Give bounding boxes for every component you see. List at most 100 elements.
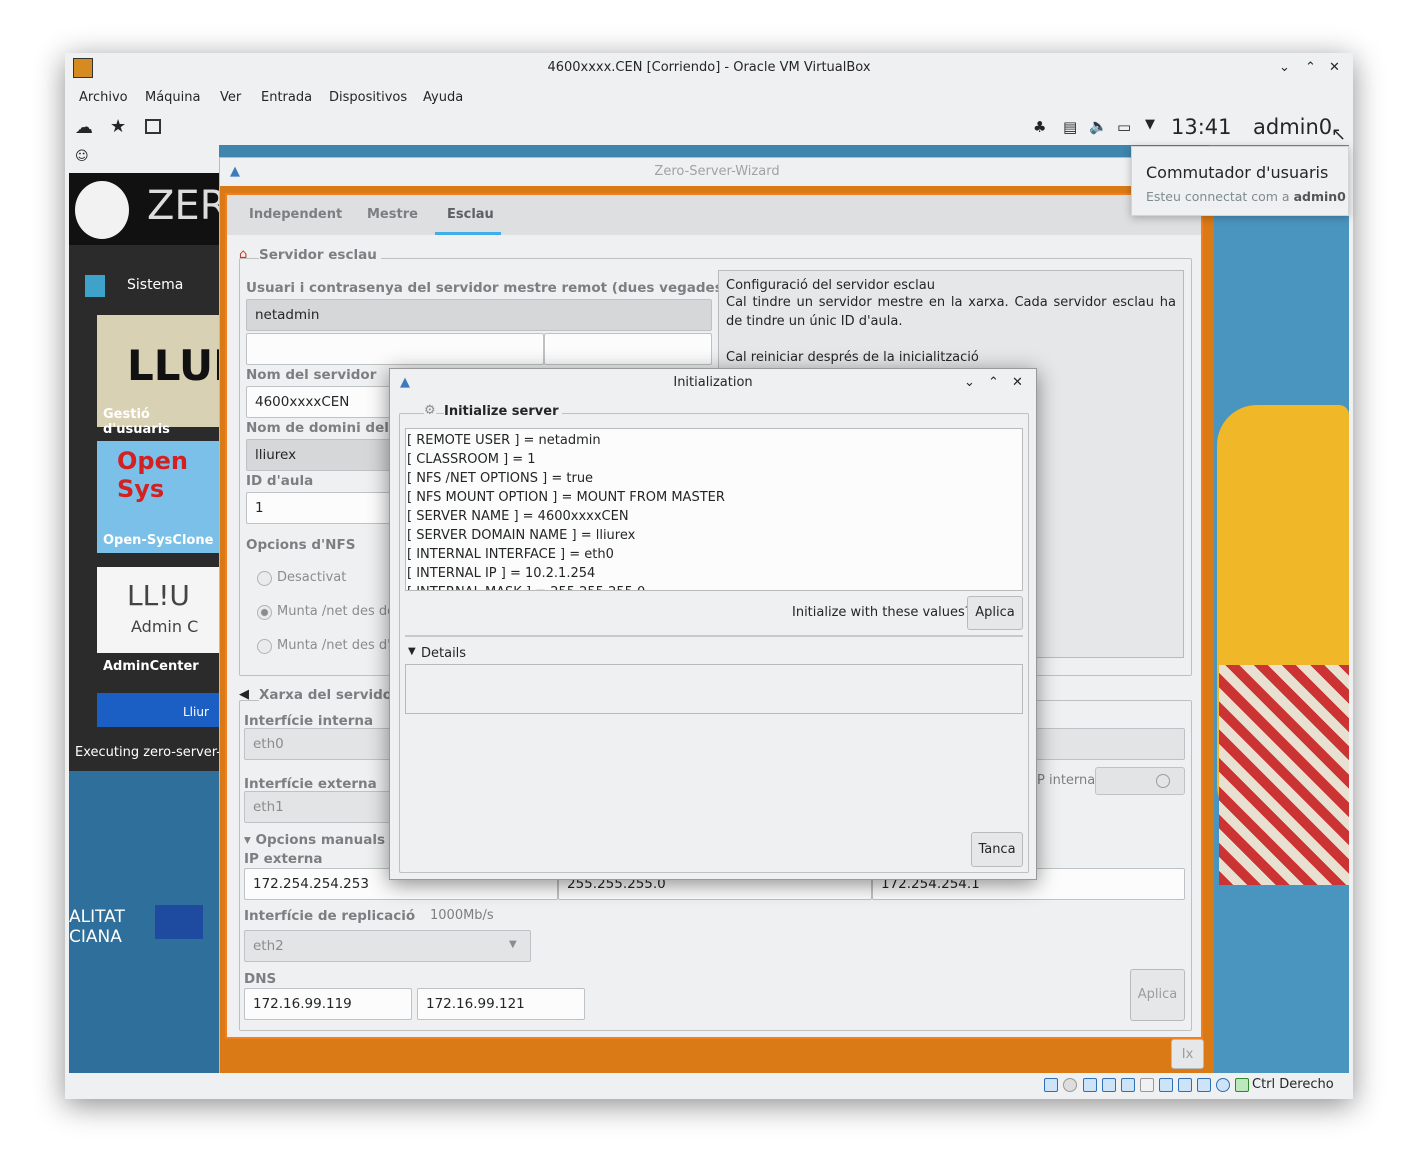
virtualbox-statusbar: Ctrl Derecho (65, 1073, 1353, 1099)
replication-label: Interfície de replicació (244, 908, 416, 924)
menu-ver[interactable]: Ver (220, 90, 241, 105)
separator (405, 635, 1023, 637)
ip-internal-toggle[interactable] (1095, 767, 1185, 795)
app-tile-open-sysclone[interactable]: Open Sys Open-SysClone (97, 441, 219, 553)
show-desktop-icon[interactable] (145, 119, 161, 134)
external-iface-select[interactable]: eth1 (244, 791, 404, 823)
zero-center-header: ZER (69, 173, 227, 245)
tooltip-title: Commutador d'usuaris (1146, 163, 1329, 182)
dropdown-arrow-icon: ▼ (509, 939, 517, 950)
app-tile-art-2: Admin C (131, 617, 199, 636)
dialog-close-button[interactable]: Tanca (971, 832, 1023, 867)
menu-maquina[interactable]: Máquina (145, 90, 201, 105)
internal-ip-field[interactable] (1027, 728, 1185, 760)
menu-archivo[interactable]: Archivo (79, 90, 128, 105)
volume-tray-icon[interactable]: 🔈 (1089, 117, 1108, 135)
app-tile-art: Open Sys (117, 447, 188, 503)
shared-folders-status-icon[interactable] (1140, 1078, 1154, 1092)
menubar: Archivo Máquina Ver Entrada Dispositivos… (65, 83, 1353, 111)
password-input[interactable] (246, 333, 544, 365)
zero-logo: ZER (147, 183, 228, 229)
window-title: 4600xxxx.CEN [Corriendo] - Oracle VM Vir… (547, 60, 871, 75)
host-key-label: Ctrl Derecho (1252, 1077, 1334, 1092)
internal-iface-label: Interfície interna (244, 713, 374, 729)
ext-ip-label: IP externa (244, 851, 323, 867)
banner-line-2: CIANA (69, 927, 122, 947)
dns2-input[interactable]: 172.16.99.121 (417, 988, 585, 1020)
applications-icon[interactable]: ☁ (75, 117, 93, 138)
details-expand-icon[interactable]: ▼ (408, 646, 416, 657)
nfs-radio-disabled[interactable] (257, 571, 272, 586)
dialog-minimize-icon[interactable]: ⌄ (964, 369, 975, 396)
network-icon: ◀ (239, 687, 249, 702)
dialog-apply-button[interactable]: Aplica (967, 596, 1023, 630)
internal-iface-select[interactable]: eth0 (244, 728, 404, 760)
keyboard-status-icon[interactable] (1235, 1078, 1249, 1092)
values-log[interactable]: [ REMOTE USER ] = netadmin [ CLASSROOM ]… (405, 428, 1023, 591)
maximize-icon[interactable]: ⌃ (1305, 53, 1316, 82)
app-tile-users[interactable]: LLUM Gestió d'usuaris (97, 315, 255, 437)
details-label[interactable]: Details (421, 646, 466, 661)
audio-status-icon[interactable] (1083, 1078, 1097, 1092)
status-text: Executing zero-server- (75, 745, 222, 760)
details-area[interactable] (405, 664, 1023, 714)
classroom-input[interactable]: 1 (246, 492, 406, 524)
tab-mestre[interactable]: Mestre (367, 207, 418, 222)
replication-select[interactable]: eth2 (244, 930, 531, 962)
log-line: [ SERVER DOMAIN NAME ] = lliurex (407, 528, 636, 543)
wizard-titlebar: ▲ Zero-Server-Wizard (220, 158, 1214, 186)
password-confirm-input[interactable] (544, 333, 712, 365)
dialog-maximize-icon[interactable]: ⌃ (988, 369, 999, 396)
mouse-integration-status-icon[interactable] (1216, 1078, 1230, 1092)
exit-button[interactable]: Ix (1171, 1039, 1204, 1069)
initialization-dialog: ▲ Initialization ⌄ ⌃ ✕ ⚙ Initialize serv… (389, 368, 1037, 880)
tab-esclau[interactable]: Esclau (447, 207, 494, 222)
close-icon[interactable]: ✕ (1329, 53, 1340, 82)
clipboard-tray-icon[interactable]: ▤ (1063, 118, 1077, 136)
app-tile-lliurex[interactable]: Lliur (97, 693, 219, 727)
tray-expand-icon[interactable]: ▼ (1145, 117, 1155, 132)
tab-independent[interactable]: Independent (249, 207, 342, 222)
network-tray-icon[interactable]: ♣ (1033, 118, 1046, 136)
tooltip-user: admin0 (1293, 189, 1346, 204)
display-tray-icon[interactable]: ▭ (1117, 118, 1131, 136)
favorites-icon[interactable]: ★ (110, 116, 126, 137)
initialize-question: Initialize with these values? (792, 605, 972, 620)
optical-status-icon[interactable] (1063, 1078, 1077, 1092)
clock[interactable]: 13:41 (1171, 115, 1232, 139)
display-status-icon[interactable] (1159, 1078, 1173, 1092)
app-tile-art: Lliur (183, 705, 209, 719)
app-tile-admincenter[interactable]: LL!U Admin C AdminCenter (97, 567, 219, 679)
wizard-title: Zero-Server-Wizard (654, 164, 780, 179)
guest-panel: ☁ ★ ♣ ▤ 🔈 ▭ ▼ 13:41 admin0 (65, 111, 1353, 145)
menu-dispositivos[interactable]: Dispositivos (329, 90, 407, 105)
tooltip-prefix: Esteu connectat com a (1146, 189, 1294, 204)
recording-status-icon[interactable] (1178, 1078, 1192, 1092)
server-name-input[interactable]: 4600xxxxCEN (246, 386, 406, 418)
manual-options-label[interactable]: ▾ Opcions manuals (244, 832, 385, 848)
menu-ayuda[interactable]: Ayuda (423, 90, 463, 105)
nfs-radio-other[interactable] (257, 639, 272, 654)
dns-label: DNS (244, 971, 277, 987)
network-apply-button[interactable]: Aplica (1130, 969, 1185, 1021)
vtx-status-icon[interactable] (1197, 1078, 1211, 1092)
active-tab-indicator (435, 232, 501, 235)
eu-flag (155, 905, 203, 939)
zero-mascot-icon (75, 181, 129, 239)
usb-status-icon[interactable] (1121, 1078, 1135, 1092)
gear-icon: ⚙ (424, 403, 436, 418)
dialog-close-icon[interactable]: ✕ (1012, 369, 1023, 396)
network-group-title: Xarxa del servidor (259, 687, 403, 703)
dns1-input[interactable]: 172.16.99.119 (244, 988, 412, 1020)
network-status-icon[interactable] (1102, 1078, 1116, 1092)
minimize-icon[interactable]: ⌄ (1279, 53, 1290, 82)
nfs-radio-master[interactable] (257, 605, 272, 620)
remote-user-label: Usuari i contrasenya del servidor mestre… (246, 280, 729, 296)
user-switcher[interactable]: admin0 (1253, 115, 1332, 139)
menu-entrada[interactable]: Entrada (261, 90, 312, 105)
remote-user-input[interactable]: netadmin (246, 299, 712, 331)
harddisk-status-icon[interactable] (1044, 1078, 1058, 1092)
log-line: [ SERVER NAME ] = 4600xxxxCEN (407, 509, 629, 524)
dialog-titlebar: ▲ Initialization ⌄ ⌃ ✕ (390, 369, 1036, 397)
domain-input[interactable]: lliurex (246, 439, 406, 471)
